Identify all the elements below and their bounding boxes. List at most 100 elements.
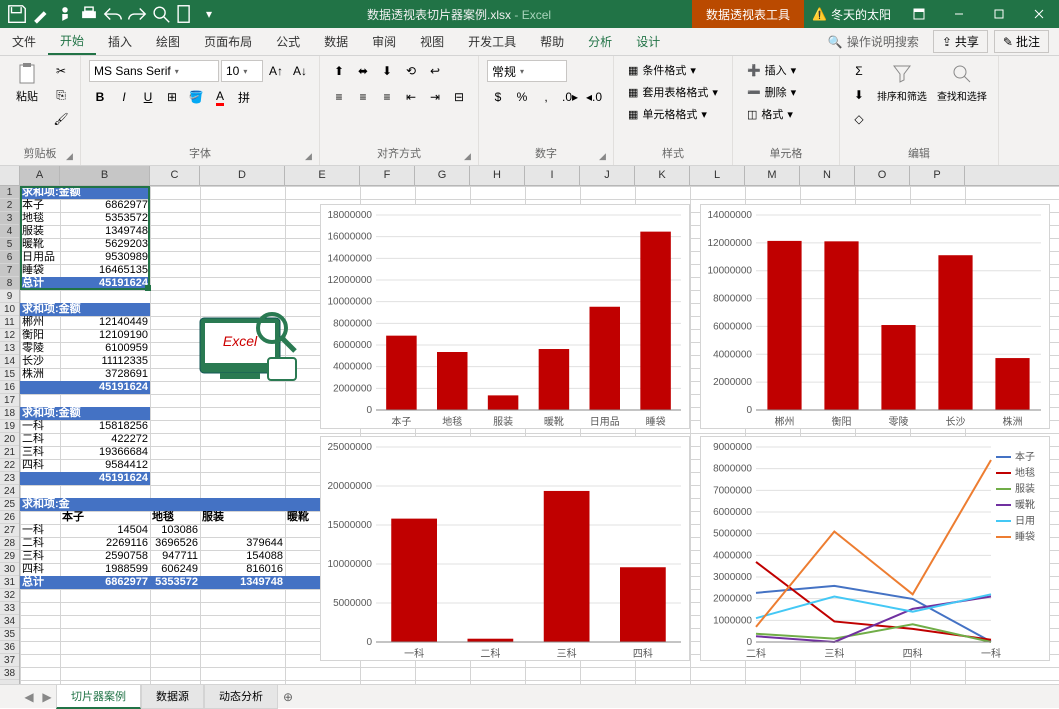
wrap-text-icon[interactable]: ↩ (424, 60, 446, 82)
menu-审阅[interactable]: 审阅 (360, 28, 408, 55)
cell[interactable]: 154088 (200, 550, 285, 563)
decrease-decimal-icon[interactable]: ◂.0 (583, 86, 605, 108)
conditional-format-button[interactable]: ▦条件格式 ▾ (622, 60, 712, 80)
format-painter-icon[interactable]: 🖌 (50, 108, 72, 130)
row-header-11[interactable]: 11 (0, 316, 19, 329)
indent-decrease-icon[interactable]: ⇤ (400, 86, 422, 108)
cell[interactable]: 二科 (20, 537, 60, 550)
row-header-36[interactable]: 36 (0, 641, 19, 654)
row-header-28[interactable]: 28 (0, 537, 19, 550)
brush-icon[interactable] (30, 3, 52, 25)
tell-me-search[interactable]: 🔍 操作说明搜索 (820, 33, 927, 50)
menu-数据[interactable]: 数据 (312, 28, 360, 55)
chart-3[interactable]: 0500000010000000150000002000000025000000… (320, 436, 690, 661)
row-header-34[interactable]: 34 (0, 615, 19, 628)
orientation-icon[interactable]: ⟲ (400, 60, 422, 82)
cell[interactable]: 衡阳 (20, 329, 60, 342)
menu-开始[interactable]: 开始 (48, 28, 96, 55)
menu-开发工具[interactable]: 开发工具 (456, 28, 528, 55)
cell[interactable]: 长沙 (20, 355, 60, 368)
select-all-corner[interactable] (0, 166, 20, 185)
cell[interactable]: 947711 (150, 550, 200, 563)
currency-icon[interactable]: $ (487, 86, 509, 108)
menu-绘图[interactable]: 绘图 (144, 28, 192, 55)
align-middle-icon[interactable]: ⬌ (352, 60, 374, 82)
cell[interactable]: 二科 (20, 433, 60, 446)
cell[interactable]: 5353572 (150, 576, 200, 589)
row-header-16[interactable]: 16 (0, 381, 19, 394)
cell[interactable]: 暖靴 (20, 238, 60, 251)
cell[interactable]: 3696526 (150, 537, 200, 550)
col-header-B[interactable]: B (60, 166, 150, 185)
col-header-A[interactable]: A (20, 166, 60, 185)
col-header-I[interactable]: I (525, 166, 580, 185)
ribbon-options-icon[interactable] (899, 0, 939, 28)
cell[interactable]: 本子 (60, 511, 150, 524)
cell[interactable]: 9530989 (60, 251, 150, 264)
align-left-icon[interactable]: ≡ (328, 86, 350, 108)
cell[interactable]: 服装 (20, 225, 60, 238)
row-header-9[interactable]: 9 (0, 290, 19, 303)
align-center-icon[interactable]: ≡ (352, 86, 374, 108)
cell[interactable]: 株洲 (20, 368, 60, 381)
undo-icon[interactable] (102, 3, 124, 25)
font-color-button[interactable]: A (209, 86, 231, 108)
cell[interactable]: 16465135 (60, 264, 150, 277)
cell[interactable]: 12140449 (60, 316, 150, 329)
minimize-button[interactable] (939, 0, 979, 28)
cell[interactable]: 求和项:金额 (20, 303, 150, 316)
row-header-32[interactable]: 32 (0, 589, 19, 602)
cell[interactable]: 5629203 (60, 238, 150, 251)
print-icon[interactable] (78, 3, 100, 25)
row-header-8[interactable]: 8 (0, 277, 19, 290)
col-header-H[interactable]: H (470, 166, 525, 185)
cell[interactable] (20, 381, 60, 394)
fill-color-button[interactable]: 🪣 (185, 86, 207, 108)
cell[interactable]: 服装 (200, 511, 285, 524)
row-header-17[interactable]: 17 (0, 394, 19, 407)
menu-文件[interactable]: 文件 (0, 28, 48, 55)
worksheet[interactable]: 1234567891011121314151617181920212223242… (0, 186, 1059, 684)
row-header-14[interactable]: 14 (0, 355, 19, 368)
chart-1[interactable]: 0200000040000006000000800000010000000120… (320, 204, 690, 429)
format-table-button[interactable]: ▦套用表格格式 ▾ (622, 82, 724, 102)
col-header-D[interactable]: D (200, 166, 285, 185)
row-header-37[interactable]: 37 (0, 654, 19, 667)
row-header-19[interactable]: 19 (0, 420, 19, 433)
cell[interactable]: 12109190 (60, 329, 150, 342)
redo-icon[interactable] (126, 3, 148, 25)
cell[interactable]: 郴州 (20, 316, 60, 329)
cell[interactable]: 606249 (150, 563, 200, 576)
col-header-F[interactable]: F (360, 166, 415, 185)
cell[interactable]: 求和项:金 (20, 498, 360, 511)
close-button[interactable] (1019, 0, 1059, 28)
increase-decimal-icon[interactable]: .0▸ (559, 86, 581, 108)
row-header-3[interactable]: 3 (0, 212, 19, 225)
grow-font-icon[interactable]: A↑ (265, 60, 287, 82)
user-account[interactable]: ⚠️ 冬天的太阳 (804, 6, 899, 23)
cell[interactable]: 地毯 (150, 511, 200, 524)
save-icon[interactable] (6, 3, 28, 25)
menu-设计[interactable]: 设计 (624, 28, 672, 55)
row-header-4[interactable]: 4 (0, 225, 19, 238)
cell[interactable]: 816016 (200, 563, 285, 576)
phonetic-button[interactable]: 拼 (233, 86, 255, 108)
italic-button[interactable]: I (113, 86, 135, 108)
cell[interactable]: 总计 (20, 576, 60, 589)
col-header-N[interactable]: N (800, 166, 855, 185)
cell[interactable]: 15818256 (60, 420, 150, 433)
cell[interactable]: 6100959 (60, 342, 150, 355)
cell-styles-button[interactable]: ▦单元格格式 ▾ (622, 104, 713, 124)
row-header-25[interactable]: 25 (0, 498, 19, 511)
col-header-E[interactable]: E (285, 166, 360, 185)
sort-filter-button[interactable]: 排序和筛选 (874, 60, 930, 105)
cell[interactable]: 一科 (20, 420, 60, 433)
cell[interactable]: 2269116 (60, 537, 150, 550)
cell[interactable]: 19366684 (60, 446, 150, 459)
row-header-10[interactable]: 10 (0, 303, 19, 316)
row-header-15[interactable]: 15 (0, 368, 19, 381)
cell[interactable]: 求和项:金额 (20, 186, 150, 199)
maximize-button[interactable] (979, 0, 1019, 28)
cell[interactable]: 5353572 (60, 212, 150, 225)
cell[interactable]: 422272 (60, 433, 150, 446)
